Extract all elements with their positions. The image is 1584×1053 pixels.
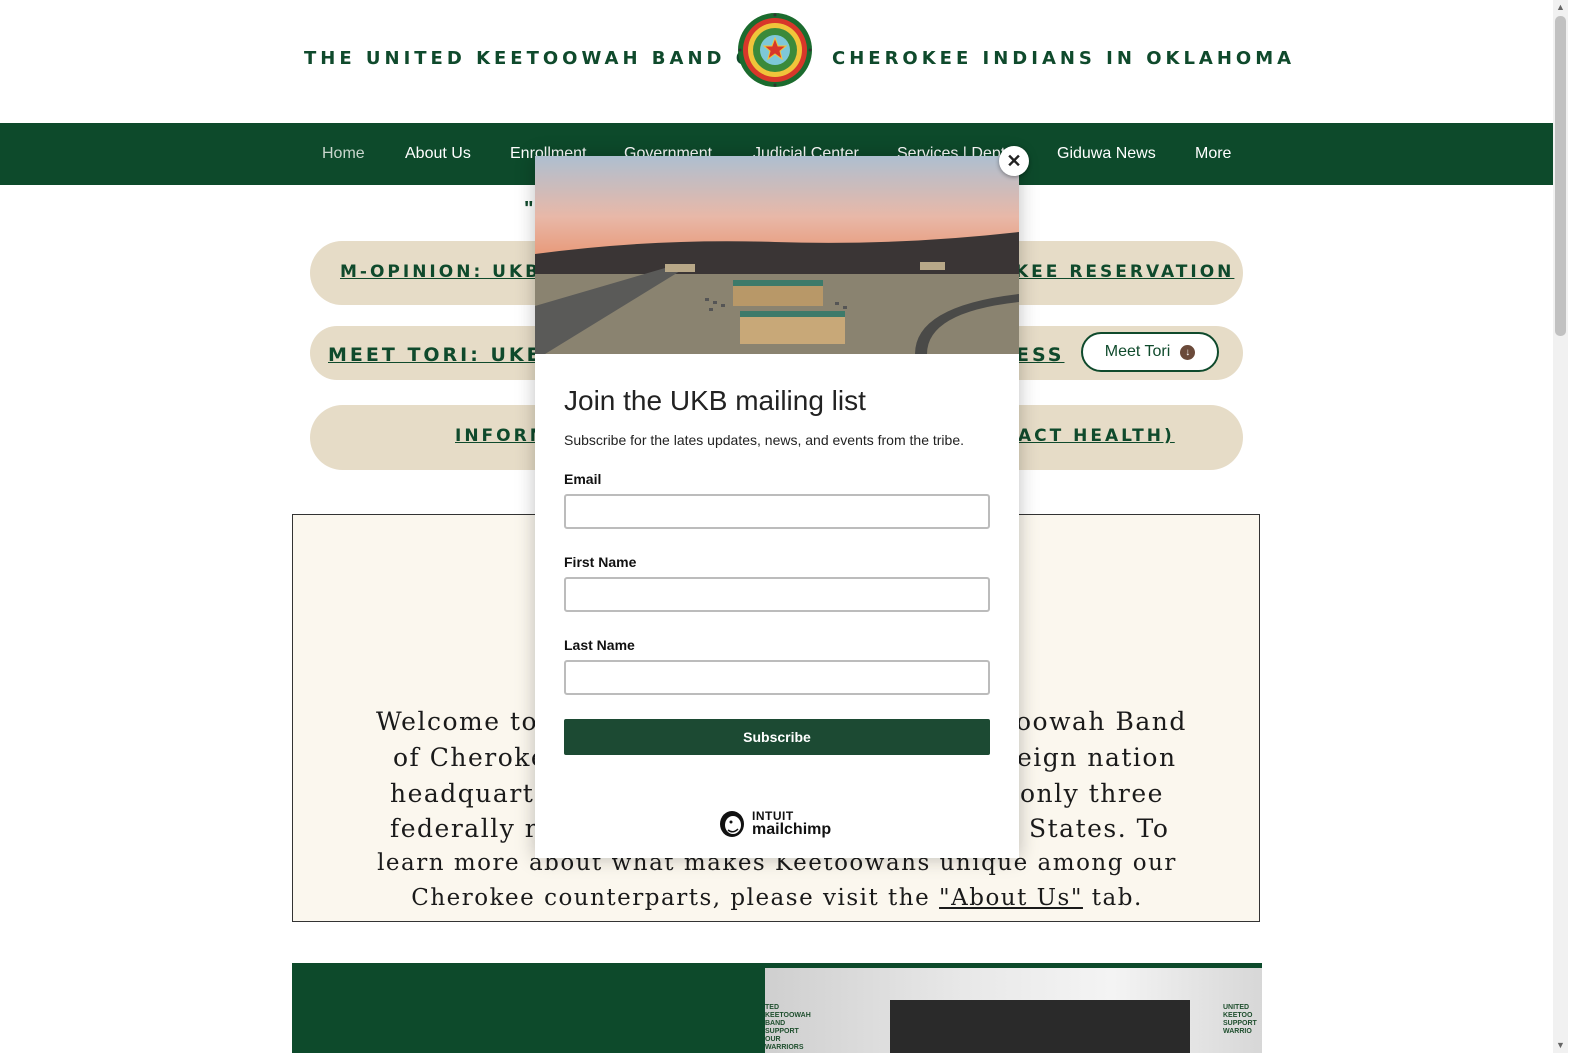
welcome-line-4-right: States. To xyxy=(1029,814,1170,843)
modal-subtitle: Subscribe for the lates updates, news, a… xyxy=(564,432,964,448)
nav-more[interactable]: More xyxy=(1195,145,1231,163)
header-title-left: THE UNITED KEETOOWAH BAND OF xyxy=(304,48,772,69)
mailchimp-freddie-icon xyxy=(720,811,744,837)
tagline: " xyxy=(524,198,534,220)
welcome-line-1-left: Welcome to xyxy=(376,707,539,736)
meet-tori-label: Meet Tori xyxy=(1104,343,1171,360)
mailchimp-logo[interactable]: INTUIT mailchimp xyxy=(716,807,831,839)
header-title-right: CHEROKEE INDIANS IN OKLAHOMA xyxy=(832,48,1296,69)
welcome-line-1-right: oowah Band xyxy=(1016,707,1187,736)
campus-aerial-photo xyxy=(535,156,1019,354)
about-us-link[interactable]: "About Us" xyxy=(939,885,1083,911)
subscribe-button[interactable]: Subscribe xyxy=(564,719,990,755)
scroll-up-icon[interactable]: ▲ xyxy=(1556,2,1565,12)
news-link-1-left[interactable]: M-OPINION: UKB xyxy=(340,262,541,282)
news-link-2-right[interactable]: ESS xyxy=(1016,344,1065,366)
welcome-line-3-right: only three xyxy=(1020,779,1164,808)
scroll-down-icon[interactable]: ▼ xyxy=(1556,1040,1565,1050)
photo-dark-area xyxy=(890,1000,1190,1053)
welcome-line-6: Cherokee counterparts, please visit the … xyxy=(293,885,1261,911)
welcome-line-4-left: federally re xyxy=(390,814,555,843)
nav-about-us[interactable]: About Us xyxy=(405,145,471,163)
meet-tori-button[interactable]: Meet Tori ↓ xyxy=(1081,332,1219,372)
welcome-line-6-post: tab. xyxy=(1082,885,1143,911)
email-label: Email xyxy=(564,471,602,487)
close-icon[interactable]: ✕ xyxy=(999,146,1029,176)
first-name-label: First Name xyxy=(564,554,637,570)
email-field[interactable] xyxy=(564,494,990,529)
welcome-line-2-right: eign nation xyxy=(1017,743,1177,772)
nav-home[interactable]: Home xyxy=(322,145,365,163)
modal-title: Join the UKB mailing list xyxy=(564,385,866,416)
mailchimp-name-text: mailchimp xyxy=(752,821,832,838)
news-link-1-right[interactable]: KEE RESERVATION xyxy=(1015,262,1234,282)
arrow-down-circle-icon: ↓ xyxy=(1180,344,1196,360)
nav-giduwa-news[interactable]: Giduwa News xyxy=(1057,145,1156,163)
news-link-2-left[interactable]: MEET TORI: UKE xyxy=(328,344,543,366)
mailing-list-modal: Join the UKB mailing list Subscribe for … xyxy=(535,156,1019,858)
last-name-field[interactable] xyxy=(564,660,990,695)
welcome-line-6-pre: Cherokee counterparts, please visit the xyxy=(411,885,940,911)
featured-photo: TED KEETOOWAH BAND SUPPORT OUR WARRIORS … xyxy=(765,968,1262,1053)
last-name-label: Last Name xyxy=(564,637,635,653)
photo-sign-right: UNITED KEETOO SUPPORT WARRIO xyxy=(1223,1004,1257,1035)
news-link-3-right[interactable]: ACT HEALTH) xyxy=(1018,426,1175,446)
photo-sign-left: TED KEETOOWAH BAND SUPPORT OUR WARRIORS xyxy=(765,1004,811,1051)
ukb-seal-icon[interactable] xyxy=(737,12,813,88)
first-name-field[interactable] xyxy=(564,577,990,612)
scrollbar-thumb[interactable] xyxy=(1555,16,1566,336)
